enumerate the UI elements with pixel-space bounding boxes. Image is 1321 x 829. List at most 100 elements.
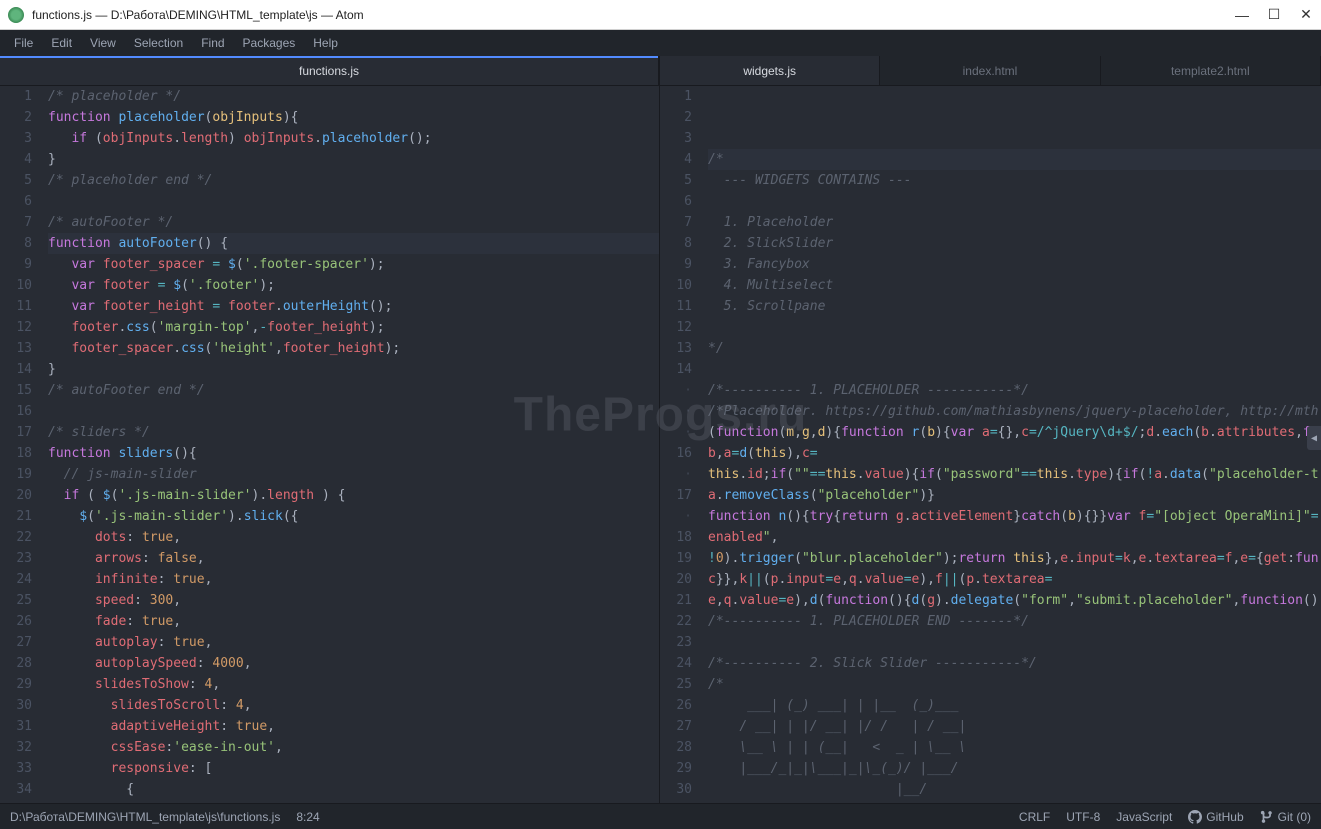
- code-line[interactable]: [708, 800, 1321, 803]
- code-line[interactable]: }: [48, 359, 659, 380]
- code-line[interactable]: {: [48, 779, 659, 800]
- tab-index-html[interactable]: index.html: [880, 56, 1100, 85]
- status-cursor-position[interactable]: 8:24: [296, 810, 319, 824]
- line-number: 3: [660, 128, 692, 149]
- tab-template2-html[interactable]: template2.html: [1101, 56, 1321, 85]
- code-line[interactable]: slidesToScroll: 4,: [48, 695, 659, 716]
- github-label: GitHub: [1206, 810, 1243, 824]
- line-number: 16: [0, 401, 32, 422]
- code-line[interactable]: cssEase:'ease-in-out',: [48, 737, 659, 758]
- code-line[interactable]: function autoFooter() {: [48, 233, 659, 254]
- code-line[interactable]: enabled",: [708, 527, 1321, 548]
- code-line[interactable]: /* sliders */: [48, 422, 659, 443]
- code-editor-right[interactable]: 1234567891011121314···16·17·181920212223…: [660, 86, 1321, 803]
- status-encoding[interactable]: UTF-8: [1066, 810, 1100, 824]
- code-line[interactable]: autoplay: true,: [48, 632, 659, 653]
- code-line[interactable]: /* placeholder */: [48, 86, 659, 107]
- menu-item-edit[interactable]: Edit: [43, 33, 80, 53]
- code-line[interactable]: arrows: false,: [48, 548, 659, 569]
- code-line[interactable]: [708, 317, 1321, 338]
- code-line[interactable]: if ( $('.js-main-slider').length ) {: [48, 485, 659, 506]
- code-line[interactable]: var footer = $('.footer');: [48, 275, 659, 296]
- code-line[interactable]: speed: 300,: [48, 590, 659, 611]
- code-line[interactable]: !0).trigger("blur.placeholder");return t…: [708, 548, 1321, 569]
- status-language[interactable]: JavaScript: [1116, 810, 1172, 824]
- code-line[interactable]: */: [708, 338, 1321, 359]
- code-line[interactable]: }: [48, 149, 659, 170]
- minimize-button[interactable]: —: [1235, 8, 1249, 22]
- code-line[interactable]: |__/: [708, 779, 1321, 800]
- code-line[interactable]: /*---------- 1. PLACEHOLDER -----------*…: [708, 380, 1321, 401]
- chevron-left-icon[interactable]: ◀: [1307, 426, 1321, 450]
- code-editor-left[interactable]: 1234567891011121314151617181920212223242…: [0, 86, 659, 803]
- status-line-ending[interactable]: CRLF: [1019, 810, 1050, 824]
- code-line[interactable]: $('.js-main-slider').slick({: [48, 506, 659, 527]
- code-line[interactable]: function n(){try{return g.activeElement}…: [708, 506, 1321, 527]
- code-line[interactable]: [48, 191, 659, 212]
- github-status[interactable]: GitHub: [1188, 810, 1243, 824]
- code-line[interactable]: slidesToShow: 4,: [48, 674, 659, 695]
- line-number: 27: [660, 716, 692, 737]
- menu-item-help[interactable]: Help: [305, 33, 346, 53]
- menu-item-view[interactable]: View: [82, 33, 124, 53]
- code-line[interactable]: b,a=d(this),c=: [708, 443, 1321, 464]
- code-line[interactable]: /*Placeholder. https://github.com/mathia…: [708, 401, 1321, 422]
- code-line[interactable]: infinite: true,: [48, 569, 659, 590]
- code-line[interactable]: 3. Fancybox: [708, 254, 1321, 275]
- code-line[interactable]: function sliders(){: [48, 443, 659, 464]
- status-bar: D:\Работа\DEMING\HTML_template\js\functi…: [0, 803, 1321, 829]
- code-line[interactable]: 5. Scrollpane: [708, 296, 1321, 317]
- code-line[interactable]: footer_spacer.css('height',footer_height…: [48, 338, 659, 359]
- code-line[interactable]: e,q.value=e),d(function(){d(g).delegate(…: [708, 590, 1321, 611]
- code-line[interactable]: dots: true,: [48, 527, 659, 548]
- code-line[interactable]: [48, 401, 659, 422]
- line-number: 1: [0, 86, 32, 107]
- tab-functions-js[interactable]: functions.js: [0, 56, 659, 85]
- code-line[interactable]: /* placeholder end */: [48, 170, 659, 191]
- code-line[interactable]: c}},k||(p.input=e,q.value=e),f||(p.texta…: [708, 569, 1321, 590]
- code-line[interactable]: \__ \ | | (__| < _ | \__ \: [708, 737, 1321, 758]
- code-line[interactable]: if (objInputs.length) objInputs.placehol…: [48, 128, 659, 149]
- code-line[interactable]: autoplaySpeed: 4000,: [48, 653, 659, 674]
- maximize-button[interactable]: ☐: [1267, 8, 1281, 22]
- code-area-left[interactable]: /* placeholder */function placeholder(ob…: [42, 86, 659, 803]
- code-line[interactable]: var footer_height = footer.outerHeight()…: [48, 296, 659, 317]
- code-line[interactable]: adaptiveHeight: true,: [48, 716, 659, 737]
- code-line[interactable]: [708, 191, 1321, 212]
- code-line[interactable]: / __| | |/ __| |/ / | / __|: [708, 716, 1321, 737]
- code-line[interactable]: |___/_|_|\___|_|\_(_)/ |___/: [708, 758, 1321, 779]
- code-line[interactable]: a.removeClass("placeholder")}: [708, 485, 1321, 506]
- code-line[interactable]: 1. Placeholder: [708, 212, 1321, 233]
- tab-widgets-js[interactable]: widgets.js: [660, 56, 880, 85]
- code-line[interactable]: footer.css('margin-top',-footer_height);: [48, 317, 659, 338]
- code-line[interactable]: fade: true,: [48, 611, 659, 632]
- code-line[interactable]: function placeholder(objInputs){: [48, 107, 659, 128]
- code-line[interactable]: /*: [708, 149, 1321, 170]
- status-file-path[interactable]: D:\Работа\DEMING\HTML_template\js\functi…: [10, 810, 280, 824]
- menu-bar: FileEditViewSelectionFindPackagesHelp: [0, 30, 1321, 56]
- code-line[interactable]: /*: [708, 674, 1321, 695]
- code-line[interactable]: 4. Multiselect: [708, 275, 1321, 296]
- code-line[interactable]: 2. SlickSlider: [708, 233, 1321, 254]
- code-line[interactable]: /*---------- 1. PLACEHOLDER END -------*…: [708, 611, 1321, 632]
- menu-item-selection[interactable]: Selection: [126, 33, 191, 53]
- menu-item-file[interactable]: File: [6, 33, 41, 53]
- code-line[interactable]: var footer_spacer = $('.footer-spacer');: [48, 254, 659, 275]
- code-line[interactable]: /*---------- 2. Slick Slider -----------…: [708, 653, 1321, 674]
- git-status[interactable]: Git (0): [1260, 810, 1311, 824]
- menu-item-find[interactable]: Find: [193, 33, 232, 53]
- code-line[interactable]: ___| (_) ___| | |__ (_)___: [708, 695, 1321, 716]
- code-line[interactable]: // js-main-slider: [48, 464, 659, 485]
- code-line[interactable]: responsive: [: [48, 758, 659, 779]
- menu-item-packages[interactable]: Packages: [235, 33, 304, 53]
- code-line[interactable]: --- WIDGETS CONTAINS ---: [708, 170, 1321, 191]
- code-area-right[interactable]: ◀ /* --- WIDGETS CONTAINS --- 1. Placeho…: [702, 86, 1321, 803]
- code-line[interactable]: /* autoFooter end */: [48, 380, 659, 401]
- code-line[interactable]: [708, 632, 1321, 653]
- code-line[interactable]: [708, 359, 1321, 380]
- close-button[interactable]: ✕: [1299, 8, 1313, 22]
- code-line[interactable]: (function(m,g,d){function r(b){var a={},…: [708, 422, 1321, 443]
- code-line[interactable]: /* autoFooter */: [48, 212, 659, 233]
- line-number: 7: [660, 212, 692, 233]
- code-line[interactable]: this.id;if(""==this.value){if("password"…: [708, 464, 1321, 485]
